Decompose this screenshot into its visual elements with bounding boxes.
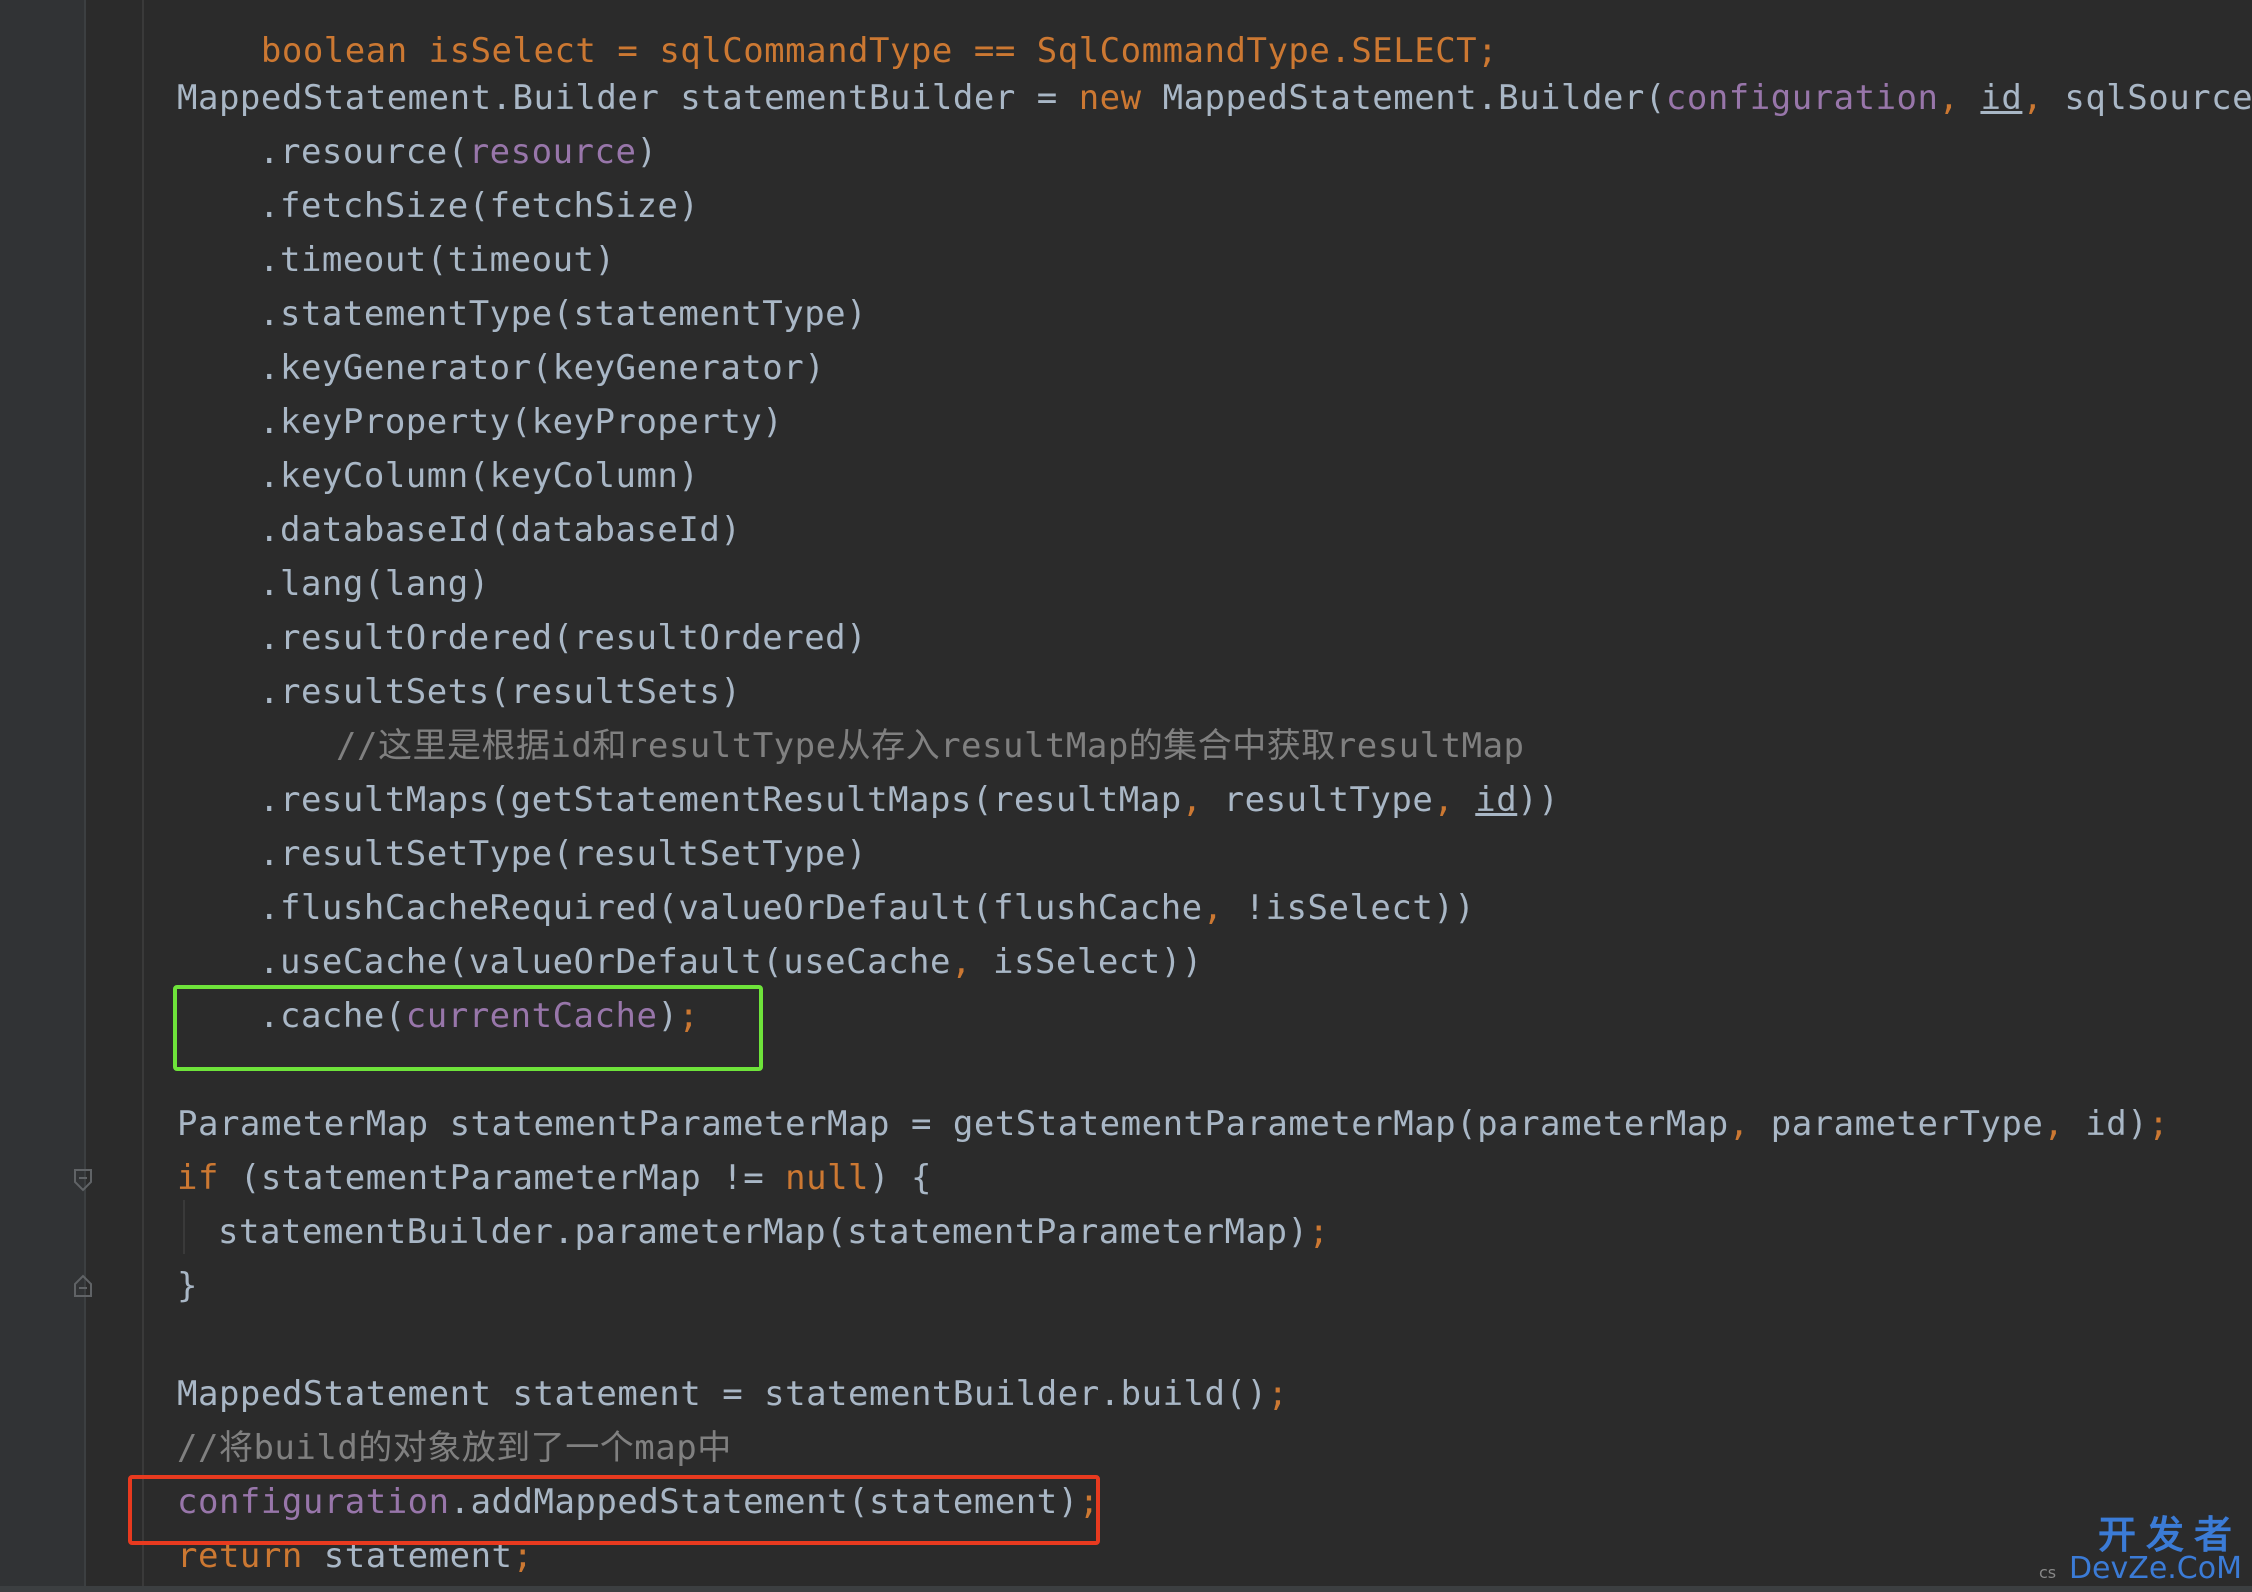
code-text: .resource( xyxy=(259,132,469,172)
code-line-usecache[interactable]: .useCache(valueOrDefault(useCache, isSel… xyxy=(259,935,1203,989)
code-text: statementBuilder.parameterMap(statementP… xyxy=(218,1212,1309,1252)
fold-end-icon[interactable] xyxy=(73,1274,93,1298)
highlight-box-red xyxy=(128,1475,1100,1545)
code-text: .useCache(valueOrDefault(useCache xyxy=(259,942,952,982)
code-text: (statementParameterMap != xyxy=(218,1158,786,1198)
code-text: .flushCacheRequired(valueOrDefault(flush… xyxy=(259,888,1203,928)
code-text: MappedStatement.Builder( xyxy=(1141,78,1666,118)
code-line-chain-keygenerator[interactable]: .keyGenerator(keyGenerator) xyxy=(259,341,825,395)
code-line-chain-databaseid[interactable]: .databaseId(databaseId) xyxy=(259,503,741,557)
code-text: boolean isSelect = sqlCommandType == Sql… xyxy=(260,31,1499,71)
field-configuration: configuration xyxy=(1665,78,1939,118)
code-text: MappedStatement.Builder statementBuilder… xyxy=(177,78,1079,118)
code-text: .keyGenerator(keyGenerator) xyxy=(259,348,826,388)
code-text: .keyProperty(keyProperty) xyxy=(259,402,784,442)
punct-comma: , xyxy=(2043,1104,2086,1144)
code-text: .lang(lang) xyxy=(259,564,490,604)
code-text: resultType xyxy=(1223,780,1434,820)
keyword-null: null xyxy=(785,1158,870,1198)
code-line-chain-lang[interactable]: .lang(lang) xyxy=(259,557,490,611)
punct-comma: , xyxy=(2022,78,2065,118)
code-line-chain-timeout[interactable]: .timeout(timeout) xyxy=(259,233,616,287)
watermark-cn-text: 开发者 xyxy=(2097,1513,2242,1557)
param-id: id xyxy=(1980,78,2023,118)
code-line-setparam[interactable]: statementBuilder.parameterMap(statementP… xyxy=(218,1205,1329,1259)
code-line-builder-decl[interactable]: MappedStatement.Builder statementBuilder… xyxy=(177,71,2252,125)
punct-comma: , xyxy=(1181,780,1224,820)
code-text: .keyColumn(keyColumn) xyxy=(259,456,700,496)
field-resource: resource xyxy=(468,132,637,172)
code-editor[interactable]: boolean isSelect = sqlCommandType == Sql… xyxy=(0,0,2252,1592)
code-comment: //这里是根据id和resultType从存入resultMap的集合中获取re… xyxy=(336,726,1525,766)
keyword-new: new xyxy=(1078,78,1142,118)
code-text: ) xyxy=(636,132,658,172)
code-text: MappedStatement statement = statementBui… xyxy=(177,1374,1268,1414)
watermark-logo: cs 开发者 DevZe.CoM xyxy=(2039,1513,2242,1586)
highlight-box-green xyxy=(173,985,763,1071)
punct-comma: , xyxy=(1202,888,1245,928)
indent-guide-inner xyxy=(183,1200,185,1254)
punct-semicolon: ; xyxy=(2148,1104,2170,1144)
code-line-chain-keycolumn[interactable]: .keyColumn(keyColumn) xyxy=(259,449,699,503)
code-text: .resultSetType(resultSetType) xyxy=(259,834,868,874)
punct-comma: , xyxy=(1433,780,1476,820)
code-line-chain-resultsets[interactable]: .resultSets(resultSets) xyxy=(259,665,741,719)
code-line-comment-putmap[interactable]: //将build的对象放到了一个map中 xyxy=(177,1421,732,1475)
code-text: .resultOrdered(resultOrdered) xyxy=(259,618,868,658)
fold-collapse-icon[interactable] xyxy=(73,1168,93,1192)
code-line-top-partial[interactable]: boolean isSelect = sqlCommandType == Sql… xyxy=(177,0,1498,71)
code-line-chain-fetchsize[interactable]: .fetchSize(fetchSize) xyxy=(259,179,699,233)
code-line-chain-resource[interactable]: .resource(resource) xyxy=(259,125,657,179)
punct-comma: , xyxy=(1938,78,1981,118)
code-text: .timeout(timeout) xyxy=(259,240,616,280)
code-line-chain-keyproperty[interactable]: .keyProperty(keyProperty) xyxy=(259,395,783,449)
code-line-comment-resultmap[interactable]: //这里是根据id和resultType从存入resultMap的集合中获取re… xyxy=(336,719,1525,773)
code-comment: //将build的对象放到了一个map中 xyxy=(177,1428,732,1468)
code-text: )) xyxy=(1517,780,1560,820)
code-line-resultmaps[interactable]: .resultMaps(getStatementResultMaps(resul… xyxy=(259,773,1559,827)
code-text: .statementType(statementType) xyxy=(259,294,868,334)
editor-gutter[interactable] xyxy=(0,0,84,1592)
punct-comma: , xyxy=(1728,1104,1771,1144)
code-line-chain-resultordered[interactable]: .resultOrdered(resultOrdered) xyxy=(259,611,867,665)
code-line-flushcache[interactable]: .flushCacheRequired(valueOrDefault(flush… xyxy=(259,881,1475,935)
watermark-small-text: cs xyxy=(2038,1563,2057,1582)
code-text: isSelect)) xyxy=(992,942,1203,982)
code-text: .resultMaps(getStatementResultMaps(resul… xyxy=(259,780,1182,820)
code-line-close-brace[interactable]: } xyxy=(177,1259,198,1313)
code-text: .resultSets(resultSets) xyxy=(259,672,742,712)
code-text: ) { xyxy=(869,1158,932,1198)
code-line-chain-statementtype[interactable]: .statementType(statementType) xyxy=(259,287,867,341)
punct-semicolon: ; xyxy=(1267,1374,1289,1414)
code-text: .fetchSize(fetchSize) xyxy=(259,186,700,226)
keyword-if: if xyxy=(177,1158,219,1198)
gutter-divider xyxy=(84,0,86,1592)
indent-guide xyxy=(142,0,144,1592)
editor-bottom-border xyxy=(0,1586,2252,1592)
watermark-en-text: DevZe.CoM xyxy=(2068,1551,2242,1586)
code-text: !isSelect)) xyxy=(1244,888,1476,928)
param-sqlsource: sqlSource xyxy=(2064,78,2252,118)
code-text: .databaseId(databaseId) xyxy=(259,510,742,550)
code-line-parammap[interactable]: ParameterMap statementParameterMap = get… xyxy=(177,1097,2169,1151)
code-text: id) xyxy=(2085,1104,2149,1144)
code-line-resultsettype[interactable]: .resultSetType(resultSetType) xyxy=(259,827,867,881)
code-text: } xyxy=(177,1266,198,1306)
code-line-build[interactable]: MappedStatement statement = statementBui… xyxy=(177,1367,1288,1421)
code-line-if[interactable]: if (statementParameterMap != null) { xyxy=(177,1151,932,1205)
code-text: parameterType xyxy=(1770,1104,2044,1144)
punct-semicolon: ; xyxy=(1308,1212,1330,1252)
code-text: ParameterMap statementParameterMap = get… xyxy=(177,1104,1729,1144)
param-id: id xyxy=(1475,780,1518,820)
punct-comma: , xyxy=(951,942,993,982)
